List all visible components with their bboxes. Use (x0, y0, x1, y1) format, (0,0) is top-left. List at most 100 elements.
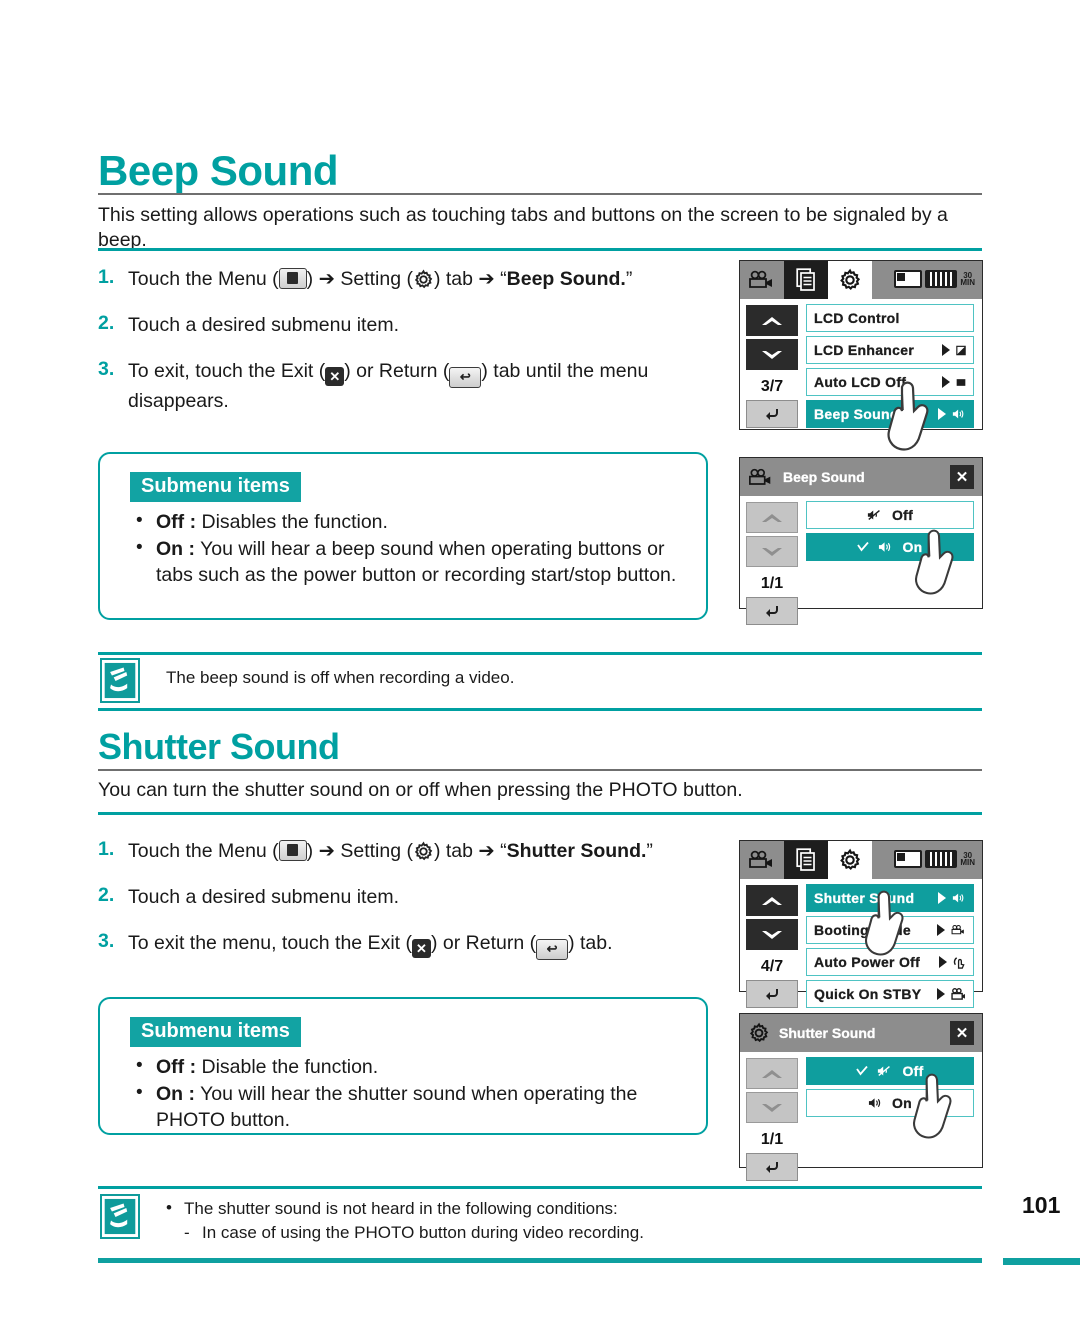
tab-setting[interactable] (828, 261, 872, 299)
row-right (937, 924, 966, 936)
close-icon: ✕ (325, 367, 345, 386)
note-icon (100, 1194, 140, 1239)
return-icon (766, 1162, 778, 1173)
scroll-up-button[interactable] (746, 1058, 798, 1089)
menu-row-auto-lcd-off[interactable]: Auto LCD Off (806, 368, 974, 396)
scroll-down-button[interactable] (746, 1092, 798, 1123)
menu-row-quick-on-stby[interactable]: Quick On STBY (806, 980, 974, 1008)
menu-row-booting-mode[interactable]: Booting Mode (806, 916, 974, 944)
close-button[interactable]: ✕ (950, 1021, 974, 1045)
check-icon (856, 1065, 869, 1075)
battery-level-icon (925, 850, 958, 868)
lcd-panel-shutter-submenu: Shutter Sound ✕ 1/1 Off On (739, 1013, 983, 1181)
gear-icon (840, 268, 861, 290)
nav-column: 4/7 (746, 885, 798, 1008)
lcd-body: 1/1 Off On (740, 496, 982, 625)
chevron-down-icon (762, 547, 782, 556)
lcd-body: 1/1 Off On (740, 1052, 982, 1181)
camcorder-icon (749, 850, 772, 868)
scroll-down-button[interactable] (746, 339, 798, 370)
submenu-title: Beep Sound (783, 469, 865, 485)
row-right (939, 956, 966, 969)
step-number: 1. (98, 838, 115, 860)
scroll-up-button[interactable] (746, 305, 798, 336)
lcd-body: 4/7 Shutter Sound Booting Mode Auto Powe… (740, 879, 982, 1008)
chevron-up-icon (762, 316, 782, 325)
list-item: On : You will hear a beep sound when ope… (136, 535, 680, 588)
scroll-up-button[interactable] (746, 885, 798, 916)
speaker-icon (952, 893, 964, 903)
list-item: On : You will hear the shutter sound whe… (136, 1080, 680, 1133)
submenu-items-box-shutter: Submenu items Off : Disable the function… (98, 997, 708, 1135)
step-number: 3. (98, 930, 115, 952)
step-number: 2. (98, 312, 115, 334)
nav-column: 3/7 (746, 305, 798, 428)
tab-document[interactable] (784, 261, 828, 299)
step-item: 3. To exit, touch the Exit (✕) or Return… (98, 358, 728, 415)
chevron-up-icon (762, 513, 782, 522)
menu-row-beep-sound[interactable]: Beep Sound (806, 400, 974, 428)
note-icon (100, 658, 140, 703)
step-item: 3. To exit the menu, touch the Exit (✕) … (98, 930, 738, 960)
page-indicator: 1/1 (760, 575, 784, 592)
submenu-items-heading: Submenu items (130, 1017, 301, 1047)
list-item: Off : Disables the function. (136, 508, 680, 535)
page-indicator: 4/7 (760, 958, 784, 975)
menu-row-shutter-sound[interactable]: Shutter Sound (806, 884, 974, 912)
gear-icon (414, 841, 433, 861)
screen-off-icon (956, 378, 966, 386)
tab-camcorder[interactable] (740, 845, 784, 875)
menu-row-lcd-control[interactable]: LCD Control (806, 304, 974, 332)
return-icon (766, 409, 778, 420)
close-icon: ✕ (411, 939, 431, 958)
note-shutter: The shutter sound is not heard in the fo… (98, 1186, 982, 1260)
scroll-down-button[interactable] (746, 919, 798, 950)
step-number: 1. (98, 266, 115, 288)
tab-setting[interactable] (828, 841, 872, 879)
return-button[interactable] (746, 400, 798, 428)
tab-document[interactable] (784, 841, 828, 879)
speaker-icon (952, 409, 964, 419)
nav-column: 1/1 (746, 502, 798, 625)
page-indicator: 1/1 (760, 1131, 784, 1148)
section-description-shutter: You can turn the shutter sound on or off… (98, 779, 743, 801)
scroll-down-button[interactable] (746, 536, 798, 567)
return-button[interactable] (746, 597, 798, 625)
speaker-icon (868, 1098, 881, 1108)
menu-rows: LCD Control LCD Enhancer Auto LCD Off Be… (806, 304, 974, 432)
tab-camcorder[interactable] (740, 265, 784, 295)
page-title-shutter: Shutter Sound (98, 726, 340, 767)
submenu-rows: Off On (806, 1057, 974, 1121)
quick-on-icon (951, 988, 965, 1000)
submenu-rows: Off On (806, 501, 974, 565)
gear-icon (414, 269, 433, 289)
teal-rule-shutter (98, 812, 982, 815)
steps-shutter: 1. Touch the Menu () ➔ Setting () tab ➔ … (98, 838, 738, 979)
chevron-down-icon (762, 1103, 782, 1112)
step-item: 2. Touch a desired submenu item. (98, 312, 728, 339)
submenu-row-off[interactable]: Off (806, 1057, 974, 1085)
menu-row-auto-power-off[interactable]: Auto Power Off (806, 948, 974, 976)
manual-page: Beep Sound This setting allows operation… (0, 0, 1080, 1329)
chevron-right-icon (938, 892, 946, 904)
min-icon: 30 MIN (960, 271, 975, 287)
chevron-right-icon (937, 988, 945, 1000)
samsung-note-glyph (104, 662, 136, 699)
scroll-up-button[interactable] (746, 502, 798, 533)
submenu-items-list: Off : Disables the function. On : You wi… (100, 508, 706, 588)
close-button[interactable]: ✕ (950, 465, 974, 489)
submenu-row-on[interactable]: On (806, 533, 974, 561)
page-title-beep: Beep Sound (98, 147, 339, 194)
row-label: On (902, 539, 923, 555)
submenu-row-on[interactable]: On (806, 1089, 974, 1117)
return-button[interactable] (746, 1153, 798, 1181)
return-button[interactable] (746, 980, 798, 1008)
row-label: Off (902, 1063, 924, 1079)
chevron-right-icon (939, 956, 947, 968)
menu-row-lcd-enhancer[interactable]: LCD Enhancer (806, 336, 974, 364)
battery-icon (894, 270, 923, 288)
submenu-row-off[interactable]: Off (806, 501, 974, 529)
camcorder-icon (951, 924, 964, 935)
chevron-right-icon (942, 376, 950, 388)
status-indicators: 30 MIN (894, 270, 975, 288)
